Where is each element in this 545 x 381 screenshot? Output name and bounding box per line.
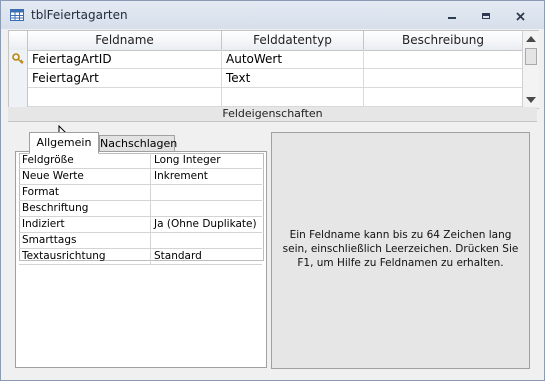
field-description-cell[interactable] bbox=[364, 50, 522, 68]
title-bar[interactable]: tblFeiertagarten bbox=[1, 1, 544, 29]
property-label: Neue Werte bbox=[19, 169, 151, 184]
field-name-cell[interactable] bbox=[28, 88, 222, 106]
help-panel: Ein Feldname kann bis zu 64 Zeichen lang… bbox=[271, 132, 530, 369]
field-type-cell[interactable]: AutoWert bbox=[222, 50, 364, 68]
property-label: Feldgröße bbox=[19, 153, 151, 168]
property-value[interactable] bbox=[151, 201, 262, 216]
scroll-up-icon[interactable] bbox=[526, 36, 536, 42]
property-value[interactable]: Inkrement bbox=[151, 169, 262, 184]
table-row-new[interactable] bbox=[28, 88, 522, 107]
field-properties-label: Feldeigenschaften bbox=[8, 107, 537, 122]
scroll-thumb[interactable] bbox=[525, 48, 537, 65]
help-text: Ein Feldname kann bis zu 64 Zeichen lang… bbox=[282, 228, 519, 269]
column-header-datatype[interactable]: Felddatentyp bbox=[222, 31, 364, 50]
field-design-grid: Feldname Felddatentyp Beschreibung Feier… bbox=[8, 30, 539, 109]
column-header-description[interactable]: Beschreibung bbox=[364, 31, 522, 50]
row-selector-header[interactable] bbox=[9, 31, 28, 50]
property-tabs: Allgemein Nachschlagen bbox=[15, 132, 265, 154]
maximize-icon bbox=[482, 13, 490, 19]
column-header-fieldname[interactable]: Feldname bbox=[28, 31, 222, 50]
vertical-scrollbar[interactable] bbox=[522, 31, 539, 108]
field-type-cell[interactable] bbox=[222, 88, 364, 106]
tab-allgemein[interactable]: Allgemein bbox=[29, 132, 99, 154]
field-name-cell[interactable]: FeiertagArt bbox=[28, 69, 222, 87]
property-row[interactable]: Smarttags bbox=[19, 233, 262, 249]
property-value[interactable] bbox=[151, 185, 262, 200]
table-row[interactable]: FeiertagArt Text bbox=[28, 69, 522, 88]
general-properties-panel: Feldgröße Long Integer Neue Werte Inkrem… bbox=[15, 151, 267, 368]
property-value[interactable] bbox=[151, 233, 262, 248]
property-value[interactable]: Long Integer bbox=[151, 153, 262, 168]
property-value[interactable]: Standard bbox=[151, 249, 262, 264]
property-value[interactable]: Ja (Ohne Duplikate) bbox=[151, 217, 262, 232]
close-button[interactable] bbox=[509, 9, 531, 23]
window-title: tblFeiertagarten bbox=[31, 8, 128, 22]
property-row[interactable]: Format bbox=[19, 185, 262, 201]
property-row[interactable]: Beschriftung bbox=[19, 201, 262, 217]
table-icon bbox=[10, 9, 24, 21]
maximize-button[interactable] bbox=[475, 9, 497, 23]
property-label: Indiziert bbox=[19, 217, 151, 232]
close-icon bbox=[515, 11, 525, 21]
field-description-cell[interactable] bbox=[364, 69, 522, 87]
grid-header: Feldname Felddatentyp Beschreibung bbox=[9, 31, 522, 51]
minimize-button[interactable] bbox=[441, 9, 463, 23]
field-name-cell[interactable]: FeiertagArtID bbox=[28, 50, 222, 68]
property-row[interactable]: Feldgröße Long Integer bbox=[19, 153, 262, 169]
scroll-down-icon[interactable] bbox=[526, 97, 536, 103]
property-table: Feldgröße Long Integer Neue Werte Inkrem… bbox=[19, 153, 262, 265]
field-description-cell[interactable] bbox=[364, 88, 522, 106]
field-type-cell[interactable]: Text bbox=[222, 69, 364, 87]
property-label: Textausrichtung bbox=[19, 249, 151, 264]
primary-key-icon bbox=[12, 53, 24, 65]
property-label: Smarttags bbox=[19, 233, 151, 248]
property-row[interactable]: Textausrichtung Standard bbox=[19, 249, 262, 265]
property-label: Format bbox=[19, 185, 151, 200]
property-row[interactable]: Neue Werte Inkrement bbox=[19, 169, 262, 185]
table-row[interactable]: FeiertagArtID AutoWert bbox=[28, 50, 522, 69]
minimize-icon bbox=[448, 17, 456, 19]
property-row[interactable]: Indiziert Ja (Ohne Duplikate) bbox=[19, 217, 262, 233]
table-design-window: tblFeiertagarten Feldname Felddatentyp B… bbox=[0, 0, 545, 381]
property-label: Beschriftung bbox=[19, 201, 151, 216]
